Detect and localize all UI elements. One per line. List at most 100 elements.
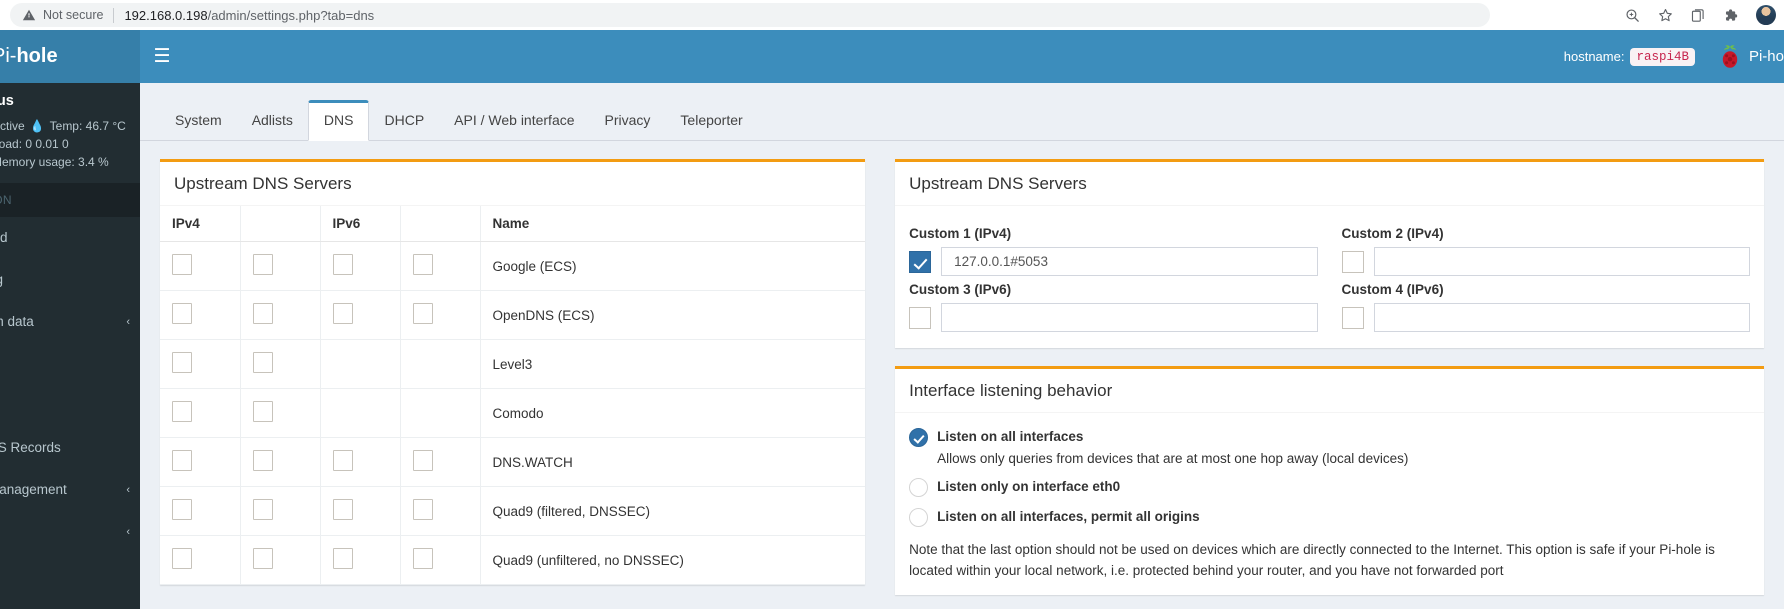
profile-avatar[interactable] xyxy=(1756,5,1776,25)
tab-privacy[interactable]: Privacy xyxy=(590,101,666,140)
tab-adlists[interactable]: Adlists xyxy=(237,101,308,140)
cell-ipv6-secondary xyxy=(400,388,481,438)
checkbox-ipv6-secondary[interactable] xyxy=(412,450,433,471)
cell-ipv4-primary xyxy=(160,290,241,340)
checkbox-ipv4-secondary[interactable] xyxy=(252,303,273,324)
checkbox-ipv4-secondary[interactable] xyxy=(252,401,273,422)
sidebar: atus Active 💧 Temp: 46.7 °C Load: 0 0.01… xyxy=(0,83,140,609)
table-row: Level3 xyxy=(160,339,866,389)
cell-ipv6-primary xyxy=(320,535,401,585)
cell-ipv4-secondary xyxy=(240,486,321,536)
cell-server-name: Quad9 (unfiltered, no DNSSEC) xyxy=(480,535,866,585)
brand-right-label: Pi-ho xyxy=(1748,48,1784,65)
sidebar-item-dashboard[interactable]: ard xyxy=(0,217,140,259)
address-bar[interactable]: Not secure 192.168.0.198/admin/settings.… xyxy=(10,3,1490,27)
checkbox-ipv6-primary[interactable] xyxy=(332,548,353,569)
checkbox-ipv4-primary[interactable] xyxy=(172,254,192,275)
chevron-left-icon: ‹ xyxy=(126,483,130,496)
sidebar-item-query-log[interactable]: og xyxy=(0,259,140,301)
sidebar-item-group-management[interactable]: Management ‹ xyxy=(0,469,140,511)
interface-listening-behavior-box: Interface listening behavior Listen on a… xyxy=(895,366,1764,595)
checkbox-ipv6-secondary[interactable] xyxy=(412,499,433,520)
checkbox-ipv4-secondary[interactable] xyxy=(252,254,273,275)
cell-ipv6-primary xyxy=(320,486,401,536)
column-header-name: Name xyxy=(480,206,866,242)
sidebar-item-long-term-data[interactable]: rm data ‹ xyxy=(0,301,140,343)
checkbox-ipv4-primary[interactable] xyxy=(172,401,192,422)
custom-1-input[interactable] xyxy=(941,247,1318,276)
checkbox-ipv4-secondary[interactable] xyxy=(252,352,273,373)
checkbox-ipv6-secondary[interactable] xyxy=(412,548,433,569)
brand-right-group[interactable]: Pi-ho xyxy=(1719,44,1784,70)
zoom-icon[interactable] xyxy=(1624,7,1641,24)
tab-system[interactable]: System xyxy=(160,101,237,140)
custom-3-input[interactable] xyxy=(941,303,1318,332)
tab-teleporter[interactable]: Teleporter xyxy=(665,101,757,140)
custom-2-input[interactable] xyxy=(1373,247,1750,276)
column-header-ipv4-secondary xyxy=(240,206,321,242)
table-row: Quad9 (filtered, DNSSEC) xyxy=(160,486,866,536)
cell-ipv6-primary xyxy=(320,339,401,389)
sidebar-status-load: Load: 0 0.01 0 xyxy=(0,137,69,151)
checkbox-ipv4-primary[interactable] xyxy=(172,499,192,520)
tab-dhcp[interactable]: DHCP xyxy=(369,101,439,140)
cell-ipv4-secondary xyxy=(240,241,321,291)
radio-permit-all-origins-icon[interactable] xyxy=(909,508,929,527)
table-row: Google (ECS) xyxy=(160,241,866,291)
custom-4-input[interactable] xyxy=(1373,303,1750,332)
checkbox-ipv6-primary[interactable] xyxy=(332,499,353,520)
tab-api-web-interface[interactable]: API / Web interface xyxy=(439,101,589,140)
checkbox-ipv6-secondary[interactable] xyxy=(412,254,433,275)
custom-2-group: Custom 2 (IPv4) xyxy=(1341,220,1750,276)
custom-2-checkbox[interactable] xyxy=(1341,251,1364,273)
cell-ipv4-secondary xyxy=(240,339,321,389)
custom-1-checkbox[interactable] xyxy=(909,251,932,273)
temperature-drop-icon: 💧 xyxy=(29,119,45,133)
sidebar-item-label: og xyxy=(0,272,3,287)
radio-listen-eth0-icon[interactable] xyxy=(909,478,929,497)
radio-option-permit-all-origins[interactable]: Listen on all interfaces, permit all ori… xyxy=(909,507,1750,527)
checkbox-ipv4-secondary[interactable] xyxy=(252,499,273,520)
app-header: Pi-hole ☰ hostname: raspi4B Pi-ho xyxy=(0,30,1784,83)
checkbox-ipv4-secondary[interactable] xyxy=(252,450,273,471)
radio-option-listen-all[interactable]: Listen on all interfaces xyxy=(909,427,1750,447)
upstream-dns-servers-table-box: Upstream DNS Servers IPv4 IPv6 Name Goog… xyxy=(160,159,866,585)
app-logo[interactable]: Pi-hole xyxy=(0,30,140,83)
sidebar-item-label: ard xyxy=(0,230,8,245)
checkbox-ipv6-secondary[interactable] xyxy=(412,303,433,324)
custom-4-checkbox[interactable] xyxy=(1341,307,1364,329)
checkbox-ipv6-primary[interactable] xyxy=(332,303,353,324)
table-row: OpenDNS (ECS) xyxy=(160,290,866,340)
copy-tabs-icon[interactable] xyxy=(1690,7,1707,24)
checkbox-ipv6-primary[interactable] xyxy=(332,450,353,471)
sidebar-item-blacklist[interactable]: st xyxy=(0,385,140,427)
url-path: /admin/settings.php?tab=dns xyxy=(207,7,375,23)
checkbox-ipv4-primary[interactable] xyxy=(172,450,192,471)
radio-listen-all-icon[interactable] xyxy=(909,428,929,447)
sidebar-item-whitelist[interactable]: st xyxy=(0,343,140,385)
checkbox-ipv6-primary[interactable] xyxy=(332,254,353,275)
sidebar-item-local-dns-records[interactable]: NS Records xyxy=(0,427,140,469)
custom-3-group: Custom 3 (IPv6) xyxy=(909,276,1318,332)
bookmark-star-icon[interactable] xyxy=(1657,7,1674,24)
checkbox-ipv4-primary[interactable] xyxy=(172,548,192,569)
checkbox-ipv4-secondary[interactable] xyxy=(252,548,273,569)
extensions-puzzle-icon[interactable] xyxy=(1723,7,1740,24)
radio-listen-all-label: Listen on all interfaces xyxy=(937,429,1084,444)
sidebar-toggle-button[interactable]: ☰ xyxy=(140,30,184,83)
column-header-ipv6: IPv6 xyxy=(320,206,401,242)
box-header: Interface listening behavior xyxy=(895,369,1764,413)
cell-ipv6-primary xyxy=(320,290,401,340)
sidebar-status-block: atus Active 💧 Temp: 46.7 °C Load: 0 0.01… xyxy=(0,83,140,183)
radio-permit-all-origins-label: Listen on all interfaces, permit all ori… xyxy=(937,509,1200,524)
cell-ipv4-primary xyxy=(160,339,241,389)
not-secure-warning-icon xyxy=(22,9,36,21)
tab-dns[interactable]: DNS xyxy=(307,100,370,141)
sidebar-item-extra[interactable]: ‹ xyxy=(0,511,140,553)
checkbox-ipv4-primary[interactable] xyxy=(172,352,192,373)
custom-3-checkbox[interactable] xyxy=(909,307,932,329)
cell-ipv6-primary xyxy=(320,388,401,438)
radio-option-listen-eth0[interactable]: Listen only on interface eth0 xyxy=(909,477,1750,497)
checkbox-ipv4-primary[interactable] xyxy=(172,303,192,324)
